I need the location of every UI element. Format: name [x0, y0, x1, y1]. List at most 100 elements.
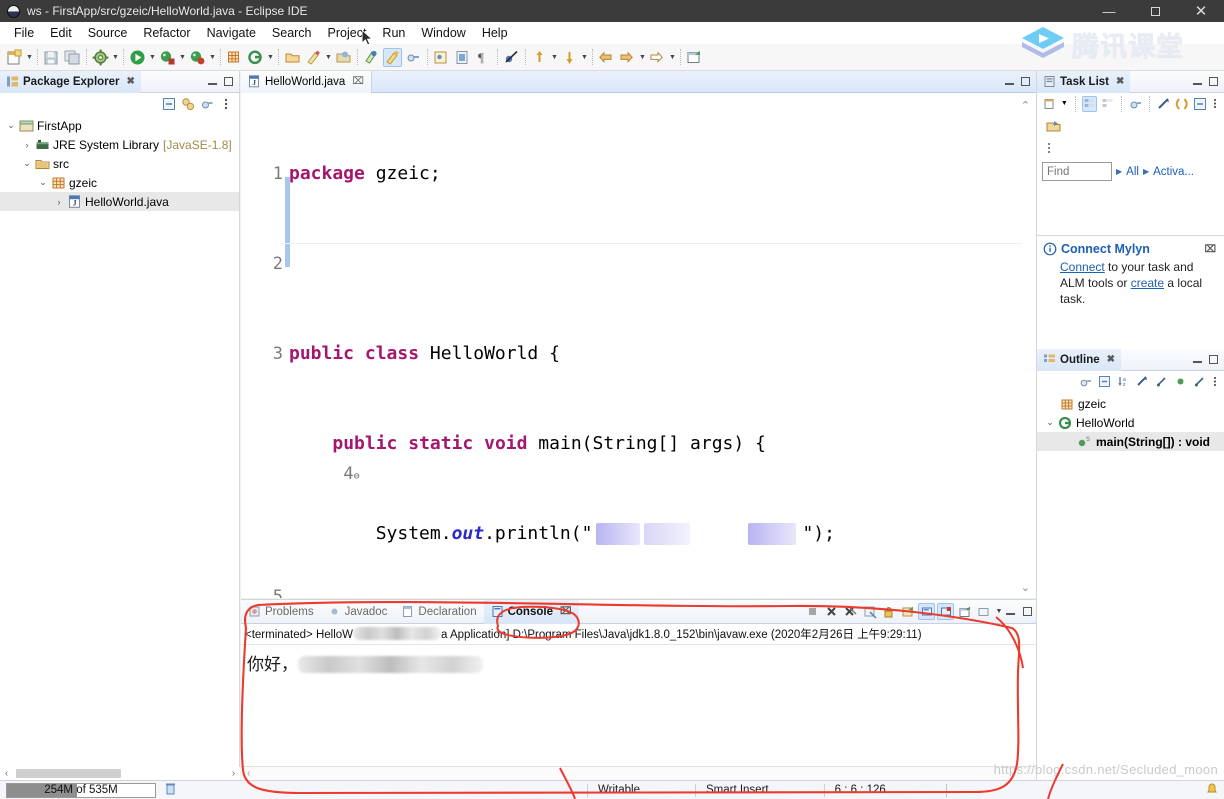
close-icon[interactable]: ✖: [127, 76, 135, 87]
menu-run[interactable]: Run: [374, 24, 413, 42]
tab-console[interactable]: Console ⌧: [483, 599, 579, 624]
mylyn-connect-link[interactable]: Connect: [1060, 260, 1105, 274]
tab-helloworld-java[interactable]: J HelloWorld.java ⌧: [241, 70, 372, 93]
external-tools-icon[interactable]: [304, 48, 323, 67]
chevron-right-icon[interactable]: ›: [20, 140, 34, 150]
view-menu-dropdown-icon[interactable]: ▼: [994, 603, 1004, 620]
skip-all-breakpoints-icon[interactable]: [502, 48, 521, 67]
hscroll-thumb[interactable]: [16, 769, 121, 778]
tree-item-firstapp[interactable]: ⌄ FirstApp: [0, 116, 239, 135]
open-perspective-icon[interactable]: [334, 48, 353, 67]
view-menu-icon[interactable]: [975, 603, 992, 620]
show-whitespace-icon[interactable]: ¶: [474, 48, 493, 67]
show-console-on-output-icon[interactable]: [899, 603, 916, 620]
console-output[interactable]: 你好，: [241, 645, 1036, 680]
new-java-package-icon[interactable]: [225, 48, 244, 67]
menu-file[interactable]: File: [6, 24, 42, 42]
tab-declaration[interactable]: Declaration: [394, 600, 483, 624]
run-dropdown[interactable]: ▼: [148, 48, 157, 67]
properties-icon[interactable]: [453, 48, 472, 67]
scroll-left-icon[interactable]: ‹: [0, 768, 13, 779]
menu-search[interactable]: Search: [264, 24, 320, 42]
lock-scroll-icon[interactable]: [880, 603, 897, 620]
minimize-icon[interactable]: [208, 83, 217, 85]
new-task-dropdown-icon[interactable]: ▼: [1060, 96, 1069, 112]
hide-nonpublic-icon[interactable]: [1172, 374, 1188, 390]
tab-task-list[interactable]: Task List ✖: [1037, 70, 1131, 93]
new-editor-icon[interactable]: [685, 48, 704, 67]
scroll-left-icon[interactable]: ‹: [247, 768, 250, 779]
tab-outline[interactable]: Outline ✖: [1037, 348, 1122, 371]
open-type-icon[interactable]: [283, 48, 302, 67]
menu-source[interactable]: Source: [80, 24, 136, 42]
maximize-icon[interactable]: [1023, 607, 1032, 616]
trash-icon[interactable]: [164, 782, 177, 799]
outline-item-main-method[interactable]: S main(String[]) : void: [1037, 432, 1224, 451]
view-menu-icon[interactable]: [218, 96, 234, 112]
maximize-icon[interactable]: [1209, 355, 1218, 364]
search-icon[interactable]: [362, 48, 381, 67]
collapse-all-icon[interactable]: [1096, 374, 1112, 390]
filter-completed-icon[interactable]: [1156, 96, 1171, 112]
uncategorized-tasks-icon[interactable]: [1045, 118, 1224, 138]
minimize-icon[interactable]: [1193, 361, 1202, 363]
close-icon[interactable]: ⌧: [560, 606, 572, 617]
focus-on-active-task-icon[interactable]: [1077, 374, 1093, 390]
new-wizard-icon[interactable]: [5, 48, 24, 67]
package-explorer-hscrollbar[interactable]: ‹ ›: [0, 767, 240, 780]
filter-all-link[interactable]: All: [1126, 166, 1139, 178]
build-all-icon[interactable]: [91, 48, 110, 67]
view-filter-icon[interactable]: [199, 96, 215, 112]
synchronize-icon[interactable]: [1174, 96, 1189, 112]
debug-icon[interactable]: [158, 48, 177, 67]
scroll-down-icon[interactable]: ⌄: [1021, 581, 1030, 594]
schedule-icon[interactable]: [1100, 96, 1115, 112]
console-hscrollbar[interactable]: ‹: [241, 766, 1036, 780]
focus-on-workweek-icon[interactable]: [1128, 96, 1143, 112]
find-input[interactable]: Find: [1042, 162, 1112, 181]
next-annotation-dropdown[interactable]: ▼: [550, 48, 559, 67]
maximize-icon[interactable]: [1209, 77, 1218, 86]
save-all-icon[interactable]: [63, 48, 82, 67]
new-java-class-icon[interactable]: [246, 48, 265, 67]
last-edit-location-icon[interactable]: [648, 48, 667, 67]
hide-local-types-icon[interactable]: [1191, 374, 1207, 390]
new-task-icon[interactable]: [1042, 96, 1057, 112]
run-last-tool-icon[interactable]: [188, 48, 207, 67]
menu-window[interactable]: Window: [413, 24, 473, 42]
forward-dropdown[interactable]: ▼: [638, 48, 647, 67]
hide-fields-icon[interactable]: [1134, 374, 1150, 390]
chevron-down-icon[interactable]: ⌄: [20, 158, 34, 169]
display-selected-console-icon[interactable]: [937, 603, 954, 620]
chevron-down-icon[interactable]: ⌄: [4, 120, 18, 131]
mylyn-create-link[interactable]: create: [1131, 276, 1164, 290]
tab-problems[interactable]: Problems: [241, 600, 321, 624]
tree-item-gzeic[interactable]: ⌄ gzeic: [0, 173, 239, 192]
save-icon[interactable]: [42, 48, 61, 67]
previous-annotation-dropdown[interactable]: ▼: [580, 48, 589, 67]
chevron-down-icon[interactable]: ⌄: [36, 177, 50, 188]
outline-item-gzeic[interactable]: gzeic: [1037, 394, 1224, 413]
filter-activate-link[interactable]: Activa...: [1153, 166, 1194, 178]
build-dropdown[interactable]: ▼: [111, 48, 120, 67]
view-menu-icon[interactable]: [1210, 96, 1219, 112]
close-button[interactable]: ✕: [1178, 0, 1224, 22]
chevron-right-icon[interactable]: ›: [52, 197, 66, 207]
remove-launch-icon[interactable]: [823, 603, 840, 620]
menu-edit[interactable]: Edit: [42, 24, 80, 42]
view-menu-icon[interactable]: [1210, 374, 1219, 390]
maximize-button[interactable]: [1132, 0, 1178, 22]
collapse-all-icon[interactable]: [161, 96, 177, 112]
run-tool-dropdown[interactable]: ▼: [208, 48, 217, 67]
external-tools-dropdown[interactable]: ▼: [324, 48, 333, 67]
hide-static-icon[interactable]: [1153, 374, 1169, 390]
collapse-all-icon[interactable]: [1192, 96, 1207, 112]
sort-icon[interactable]: az: [1115, 374, 1131, 390]
close-icon[interactable]: ✖: [1107, 354, 1115, 365]
clear-console-icon[interactable]: [861, 603, 878, 620]
scroll-right-icon[interactable]: ›: [227, 768, 240, 779]
menu-refactor[interactable]: Refactor: [135, 24, 198, 42]
next-annotation-icon[interactable]: [530, 48, 549, 67]
close-icon[interactable]: ⌧: [352, 76, 364, 87]
close-icon[interactable]: ⌧: [1204, 244, 1218, 255]
